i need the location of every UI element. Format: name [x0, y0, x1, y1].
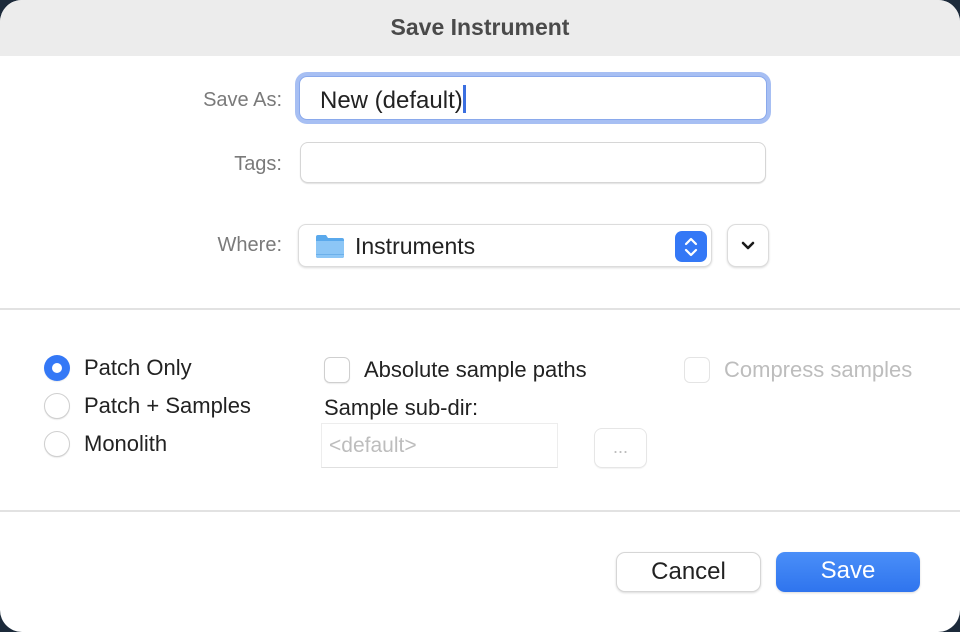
where-popup[interactable]: Instruments [298, 224, 712, 267]
chevron-down-icon [741, 241, 755, 249]
popup-stepper[interactable] [675, 231, 707, 262]
expand-browser-button[interactable] [727, 224, 769, 267]
title-bar: Save Instrument [0, 0, 960, 56]
radio-button[interactable] [44, 393, 70, 419]
radio-monolith[interactable]: Monolith [44, 431, 167, 457]
tags-field[interactable] [300, 142, 766, 183]
cancel-button[interactable]: Cancel [616, 552, 761, 592]
up-down-chevron-icon [684, 237, 698, 256]
radio-patch-only[interactable]: Patch Only [44, 355, 192, 381]
text-caret [462, 85, 466, 113]
save-instrument-dialog: Save Instrument Save As: New (default) T… [0, 0, 960, 632]
where-label: Where: [217, 234, 282, 256]
browse-subdir-button: ... [594, 428, 647, 468]
dialog-title: Save Instrument [390, 13, 570, 40]
absolute-sample-paths-label: Absolute sample paths [364, 357, 587, 382]
radio-button-checked[interactable] [44, 355, 70, 381]
absolute-sample-paths-checkbox[interactable] [324, 357, 350, 383]
sample-subdir-field [321, 423, 558, 468]
save-button[interactable]: Save [776, 552, 920, 592]
divider-top [0, 308, 960, 310]
radio-patch-samples[interactable]: Patch + Samples [44, 393, 251, 419]
compress-samples-label: Compress samples [724, 357, 913, 382]
folder-icon [316, 235, 344, 258]
sample-subdir-input [322, 424, 557, 467]
where-value: Instruments [355, 233, 476, 259]
save-as-field[interactable]: New (default) [299, 76, 767, 120]
radio-label: Monolith [84, 431, 168, 456]
divider-bottom [0, 510, 960, 512]
radio-label: Patch + Samples [84, 393, 251, 418]
sample-subdir-label: Sample sub-dir: [324, 395, 479, 420]
compress-samples-checkbox [684, 357, 710, 383]
save-as-label: Save As: [203, 89, 282, 111]
compress-samples-option: Compress samples [684, 357, 912, 383]
absolute-sample-paths-option[interactable]: Absolute sample paths [324, 357, 587, 383]
radio-label: Patch Only [84, 355, 192, 380]
radio-button[interactable] [44, 431, 70, 457]
tags-label: Tags: [234, 153, 282, 175]
save-as-value: New (default) [320, 85, 466, 115]
save-as-text: New (default) [320, 87, 463, 114]
